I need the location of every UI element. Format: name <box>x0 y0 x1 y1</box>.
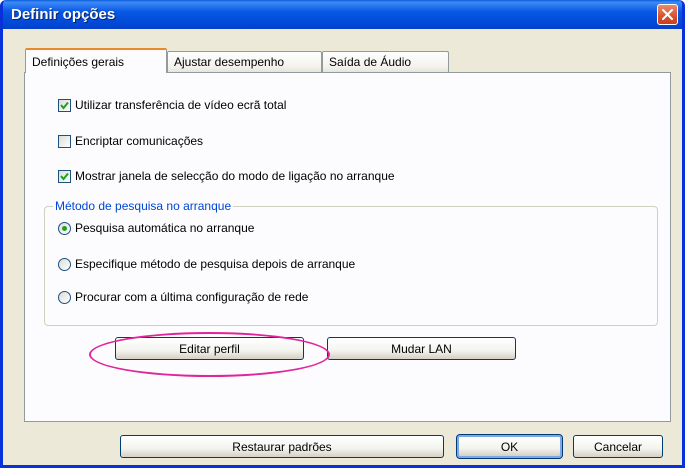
search-option-specify[interactable]: Especifique método de pesquisa depois de… <box>58 257 355 271</box>
check-icon <box>60 172 69 181</box>
restore-defaults-button[interactable]: Restaurar padrões <box>120 435 444 458</box>
general-settings-panel: Utilizar transferência de vídeo ecrã tot… <box>24 72 671 422</box>
show-mode-window-option[interactable]: Mostrar janela de selecção do modo de li… <box>58 169 395 183</box>
encrypt-option[interactable]: Encriptar comunicações <box>58 134 203 148</box>
tab-label: Ajustar desempenho <box>174 55 285 69</box>
search-option-last-config-radio[interactable] <box>58 290 71 304</box>
full-screen-video-checkbox[interactable] <box>58 98 71 112</box>
close-button[interactable] <box>657 4 678 25</box>
cancel-button[interactable]: Cancelar <box>573 435 663 458</box>
tab-general-settings[interactable]: Definições gerais <box>25 48 167 73</box>
search-option-auto[interactable]: Pesquisa automática no arranque <box>58 221 254 235</box>
search-method-group: Método de pesquisa no arranque Pesquisa … <box>44 199 658 326</box>
tab-adjust-performance[interactable]: Ajustar desempenho <box>167 51 322 72</box>
search-option-last-config[interactable]: Procurar com a última configuração de re… <box>58 290 308 304</box>
encrypt-checkbox[interactable] <box>58 134 71 148</box>
search-option-specify-radio[interactable] <box>58 257 71 271</box>
full-screen-video-option[interactable]: Utilizar transferência de vídeo ecrã tot… <box>58 98 286 112</box>
close-icon <box>662 9 673 20</box>
search-option-label: Procurar com a última configuração de re… <box>75 290 309 304</box>
show-mode-window-checkbox[interactable] <box>58 169 71 183</box>
edit-profile-button[interactable]: Editar perfil <box>115 337 304 360</box>
full-screen-video-label: Utilizar transferência de vídeo ecrã tot… <box>75 98 287 112</box>
search-method-legend: Método de pesquisa no arranque <box>53 199 234 213</box>
encrypt-label: Encriptar comunicações <box>75 134 204 148</box>
tab-label: Saída de Áudio <box>329 55 412 69</box>
show-mode-window-label: Mostrar janela de selecção do modo de li… <box>75 169 395 183</box>
tab-label: Definições gerais <box>32 55 125 69</box>
search-option-auto-radio[interactable] <box>58 221 71 235</box>
tab-audio-output[interactable]: Saída de Áudio <box>322 51 449 72</box>
title-bar[interactable]: Definir opções <box>3 0 682 29</box>
search-option-label: Especifique método de pesquisa depois de… <box>75 257 356 271</box>
check-icon <box>60 101 69 110</box>
search-option-label: Pesquisa automática no arranque <box>75 221 255 235</box>
options-dialog: Definir opções Definições gerais Ajustar… <box>0 0 685 468</box>
ok-button[interactable]: OK <box>456 434 563 459</box>
change-lan-button[interactable]: Mudar LAN <box>327 337 516 360</box>
window-title: Definir opções <box>11 6 116 23</box>
